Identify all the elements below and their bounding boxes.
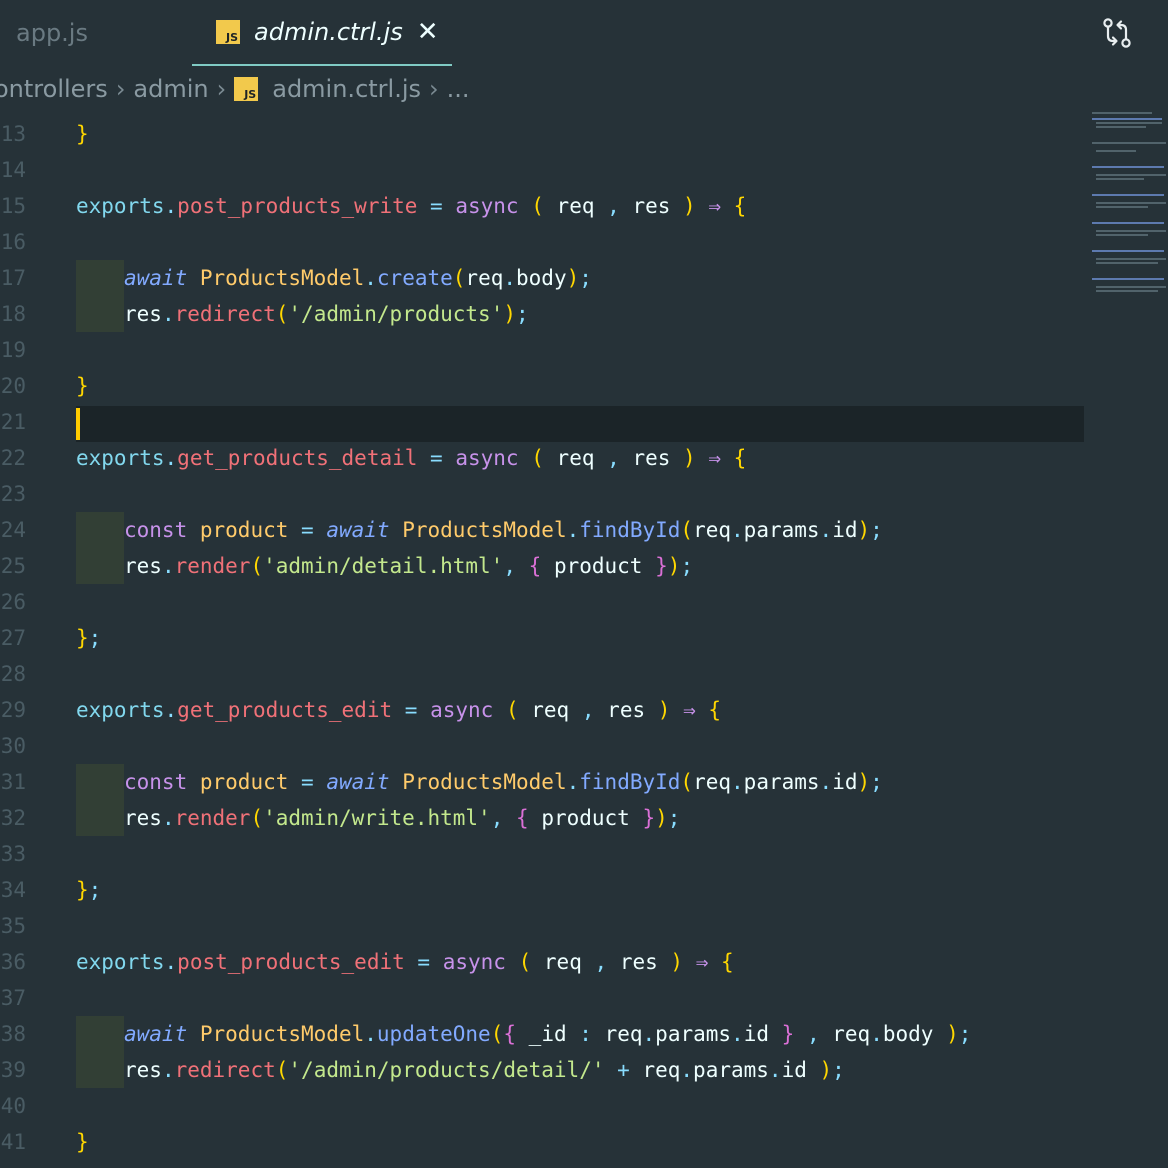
line-number: 30 <box>0 734 26 758</box>
tab-bar: app.js JS admin.ctrl.js ✕ <box>0 0 1168 66</box>
code-line: const product = await ProductsModel.find… <box>124 518 883 542</box>
code-editor[interactable]: 13 14 15 16 17 18 19 20 21 22 23 24 25 2… <box>0 116 1168 1168</box>
indent-guide <box>76 764 124 836</box>
line-number: 35 <box>0 914 26 938</box>
line-number: 21 <box>0 410 26 434</box>
minimap-line <box>1092 112 1152 114</box>
code-line: exports.post_products_edit = async ( req… <box>76 950 734 974</box>
minimap-line <box>1096 258 1166 260</box>
tab-app-js[interactable]: app.js <box>16 0 88 66</box>
line-number: 36 <box>0 950 26 974</box>
minimap-line <box>1096 230 1166 232</box>
breadcrumb: ontrollers › admin › JS admin.ctrl.js › … <box>0 70 470 108</box>
minimap-line <box>1096 126 1146 128</box>
line-number: 13 <box>0 122 26 146</box>
line-number: 31 <box>0 770 26 794</box>
code-line: res.render('admin/write.html', { product… <box>124 806 681 830</box>
line-number: 20 <box>0 374 26 398</box>
minimap[interactable] <box>1088 112 1168 312</box>
line-number: 14 <box>0 158 26 182</box>
minimap-line <box>1096 122 1162 124</box>
breadcrumb-folder-admin[interactable]: admin <box>133 75 208 103</box>
code-line: exports.post_products_write = async ( re… <box>76 194 747 218</box>
tab-admin-ctrl-js[interactable]: JS admin.ctrl.js ✕ <box>192 0 452 66</box>
line-number: 23 <box>0 482 26 506</box>
open-changes-icon[interactable] <box>1100 16 1134 50</box>
line-number: 27 <box>0 626 26 650</box>
code-line: const product = await ProductsModel.find… <box>124 770 883 794</box>
code-line: await ProductsModel.updateOne({ _id : re… <box>124 1022 972 1046</box>
breadcrumb-folder-controllers[interactable]: ontrollers <box>0 75 108 103</box>
minimap-line <box>1096 174 1166 176</box>
line-number: 16 <box>0 230 26 254</box>
line-number: 26 <box>0 590 26 614</box>
line-number: 40 <box>0 1094 26 1118</box>
minimap-line <box>1096 290 1158 292</box>
line-number: 29 <box>0 698 26 722</box>
line-number: 22 <box>0 446 26 470</box>
indent-guide <box>76 1016 124 1088</box>
code-line: }; <box>76 878 102 902</box>
code-line: await ProductsModel.create(req.body); <box>124 266 592 290</box>
code-line: res.render('admin/detail.html', { produc… <box>124 554 694 578</box>
chevron-right-icon: › <box>429 75 439 103</box>
tab-label: admin.ctrl.js <box>254 18 403 46</box>
code-line: exports.get_products_edit = async ( req … <box>76 698 722 722</box>
line-number: 17 <box>0 266 26 290</box>
code-line: } <box>76 374 89 398</box>
line-number: 15 <box>0 194 26 218</box>
code-line: res.redirect('/admin/products/detail/' +… <box>124 1058 845 1082</box>
line-number: 37 <box>0 986 26 1010</box>
minimap-line <box>1096 178 1144 180</box>
line-number: 39 <box>0 1058 26 1082</box>
chevron-right-icon: › <box>115 75 126 103</box>
line-number: 18 <box>0 302 26 326</box>
text-cursor <box>76 408 80 440</box>
minimap-line <box>1096 206 1148 208</box>
code-line: res.redirect('/admin/products'); <box>124 302 529 326</box>
minimap-line <box>1092 250 1164 252</box>
minimap-line <box>1096 202 1166 204</box>
tab-label: app.js <box>16 19 88 47</box>
line-number: 33 <box>0 842 26 866</box>
breadcrumb-symbols[interactable]: ... <box>447 75 470 103</box>
indent-guide <box>76 512 124 584</box>
code-line: } <box>76 1130 89 1154</box>
line-number: 28 <box>0 662 26 686</box>
line-number: 19 <box>0 338 26 362</box>
minimap-line <box>1092 166 1164 168</box>
code-line: exports.get_products_detail = async ( re… <box>76 446 747 470</box>
minimap-line <box>1092 278 1164 280</box>
indent-guide <box>76 260 124 332</box>
code-line: }; <box>76 626 102 650</box>
breadcrumb-file[interactable]: admin.ctrl.js <box>272 75 421 103</box>
javascript-file-icon: JS <box>234 77 259 101</box>
line-number: 34 <box>0 878 26 902</box>
close-icon[interactable]: ✕ <box>417 17 439 47</box>
line-number: 32 <box>0 806 26 830</box>
line-number: 25 <box>0 554 26 578</box>
minimap-line <box>1092 118 1162 120</box>
javascript-file-icon: JS <box>216 20 240 44</box>
minimap-line <box>1096 262 1158 264</box>
minimap-line <box>1092 194 1164 196</box>
minimap-line <box>1092 142 1166 144</box>
chevron-right-icon: › <box>216 75 227 103</box>
current-line-highlight <box>76 406 1084 442</box>
line-number: 41 <box>0 1130 26 1154</box>
minimap-line <box>1096 150 1136 152</box>
code-line: } <box>76 122 89 146</box>
line-number: 38 <box>0 1022 26 1046</box>
line-number: 24 <box>0 518 26 542</box>
minimap-line <box>1096 234 1148 236</box>
minimap-line <box>1096 286 1166 288</box>
minimap-line <box>1092 222 1164 224</box>
